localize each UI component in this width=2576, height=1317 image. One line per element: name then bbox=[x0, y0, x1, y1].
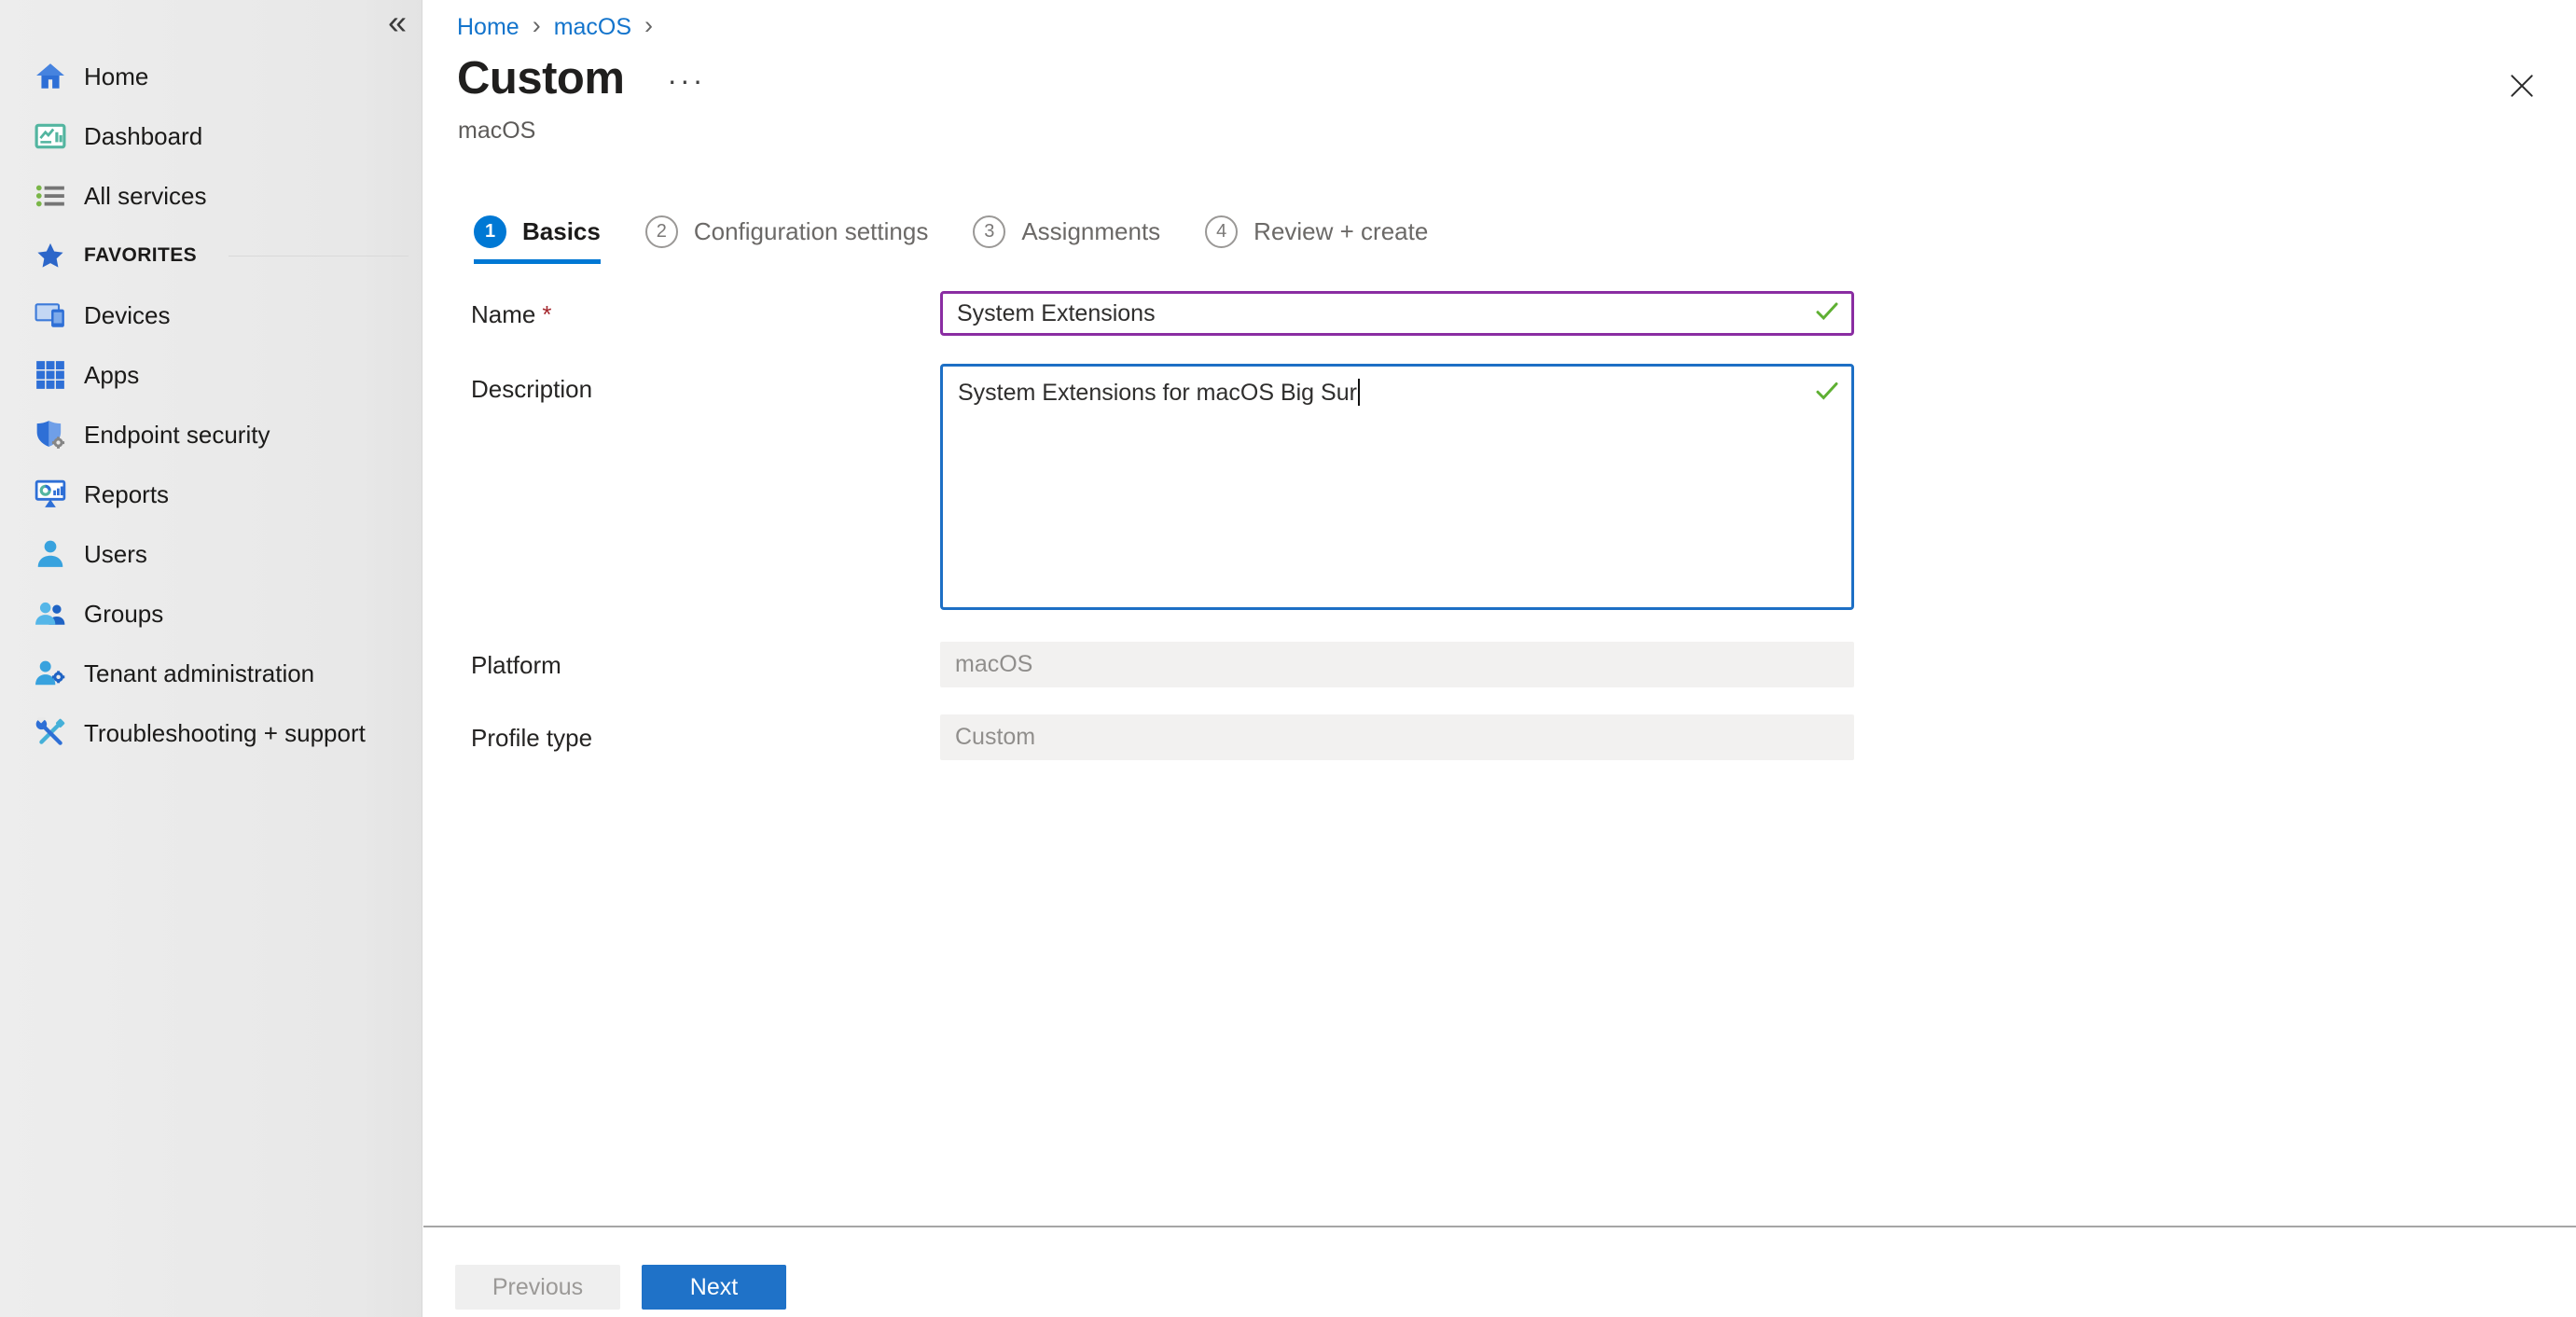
reports-icon bbox=[34, 478, 67, 511]
valid-check-icon bbox=[1813, 377, 1841, 409]
profile-type-label: Profile type bbox=[471, 724, 592, 752]
sidebar-item-label: Devices bbox=[84, 301, 170, 330]
groups-icon bbox=[34, 597, 67, 631]
sidebar-item-label: Users bbox=[84, 540, 147, 569]
sidebar-item-all-services[interactable]: All services bbox=[0, 166, 422, 226]
tab-assignments[interactable]: 3 Assignments bbox=[973, 215, 1160, 248]
breadcrumb: Home › macOS › bbox=[457, 13, 653, 41]
page-subtitle: macOS bbox=[458, 118, 535, 145]
sidebar-item-tenant-administration[interactable]: Tenant administration bbox=[0, 644, 422, 703]
step-number-badge: 1 bbox=[474, 215, 506, 248]
main-content: Home › macOS › Custom ··· macOS 1 Basics… bbox=[423, 0, 2576, 1317]
profile-type-field-wrap bbox=[940, 714, 1854, 760]
breadcrumb-separator-icon: › bbox=[644, 13, 653, 41]
star-icon bbox=[34, 239, 67, 272]
description-textarea[interactable]: System Extensions for macOS Big Sur bbox=[940, 364, 1854, 610]
sidebar-item-apps[interactable]: Apps bbox=[0, 345, 422, 405]
wizard-steps: 1 Basics 2 Configuration settings 3 Assi… bbox=[474, 215, 1428, 248]
sidebar-item-label: All services bbox=[84, 182, 206, 211]
breadcrumb-link-macos[interactable]: macOS bbox=[554, 14, 631, 41]
sidebar-item-dashboard[interactable]: Dashboard bbox=[0, 106, 422, 166]
page-header: Custom ··· bbox=[457, 52, 705, 104]
platform-label: Platform bbox=[471, 651, 561, 679]
sidebar-item-label: Troubleshooting + support bbox=[84, 719, 366, 748]
step-label: Assignments bbox=[1021, 217, 1160, 246]
previous-button[interactable]: Previous bbox=[455, 1265, 620, 1310]
next-button[interactable]: Next bbox=[642, 1265, 786, 1310]
required-asterisk: * bbox=[542, 300, 551, 328]
step-number-badge: 2 bbox=[645, 215, 678, 248]
description-label-text: Description bbox=[471, 375, 592, 403]
sidebar-section-label: FAVORITES bbox=[84, 244, 197, 267]
description-label: Description bbox=[471, 375, 592, 403]
sidebar-collapse-icon[interactable]: « bbox=[388, 6, 407, 39]
sidebar-item-label: Groups bbox=[84, 600, 163, 629]
platform-field-wrap bbox=[940, 642, 1854, 687]
home-icon bbox=[34, 60, 67, 93]
sidebar-item-endpoint-security[interactable]: Endpoint security bbox=[0, 405, 422, 464]
platform-input bbox=[940, 642, 1854, 687]
sidebar-nav: Home Dashboard All services FAVORITES De bbox=[0, 47, 422, 763]
tenant-admin-icon bbox=[34, 657, 67, 690]
dashboard-icon bbox=[34, 119, 67, 153]
profile-type-input bbox=[940, 714, 1854, 760]
profile-type-label-text: Profile type bbox=[471, 724, 592, 752]
troubleshooting-icon bbox=[34, 716, 67, 750]
platform-label-text: Platform bbox=[471, 651, 561, 679]
text-cursor bbox=[1358, 379, 1360, 406]
sidebar-item-label: Dashboard bbox=[84, 122, 202, 151]
wizard-footer: Previous Next bbox=[423, 1226, 2576, 1317]
sidebar-item-label: Apps bbox=[84, 361, 139, 390]
step-label: Configuration settings bbox=[694, 217, 928, 246]
description-field-wrap: System Extensions for macOS Big Sur bbox=[940, 364, 1854, 610]
sidebar-item-label: Endpoint security bbox=[84, 421, 270, 450]
page-title: Custom bbox=[457, 52, 624, 104]
name-input[interactable] bbox=[940, 291, 1854, 336]
breadcrumb-link-home[interactable]: Home bbox=[457, 14, 519, 41]
sidebar-item-groups[interactable]: Groups bbox=[0, 584, 422, 644]
step-number-badge: 3 bbox=[973, 215, 1005, 248]
step-label: Basics bbox=[522, 217, 601, 246]
more-options-icon[interactable]: ··· bbox=[667, 62, 705, 95]
tab-basics[interactable]: 1 Basics bbox=[474, 215, 601, 248]
tab-review-create[interactable]: 4 Review + create bbox=[1205, 215, 1428, 248]
sidebar-item-label: Home bbox=[84, 62, 148, 91]
breadcrumb-separator-icon: › bbox=[533, 13, 541, 41]
sidebar-section-favorites: FAVORITES bbox=[0, 226, 422, 285]
sidebar-item-troubleshooting-support[interactable]: Troubleshooting + support bbox=[0, 703, 422, 763]
apps-icon bbox=[34, 358, 67, 392]
close-icon[interactable] bbox=[2507, 71, 2537, 101]
devices-icon bbox=[34, 298, 67, 332]
sidebar-item-users[interactable]: Users bbox=[0, 524, 422, 584]
sidebar-item-label: Reports bbox=[84, 480, 169, 509]
step-number-badge: 4 bbox=[1205, 215, 1238, 248]
sidebar: « Home Dashboard All services FAVORITES bbox=[0, 0, 422, 1317]
description-text: System Extensions for macOS Big Sur bbox=[958, 380, 1357, 406]
name-label-text: Name bbox=[471, 300, 535, 328]
sidebar-item-reports[interactable]: Reports bbox=[0, 464, 422, 524]
all-services-icon bbox=[34, 179, 67, 213]
step-label: Review + create bbox=[1253, 217, 1428, 246]
name-label: Name* bbox=[471, 300, 551, 328]
sidebar-item-home[interactable]: Home bbox=[0, 47, 422, 106]
sidebar-item-devices[interactable]: Devices bbox=[0, 285, 422, 345]
users-icon bbox=[34, 537, 67, 571]
valid-check-icon bbox=[1813, 298, 1841, 330]
tab-configuration-settings[interactable]: 2 Configuration settings bbox=[645, 215, 928, 248]
sidebar-item-label: Tenant administration bbox=[84, 659, 314, 688]
name-field-wrap bbox=[940, 291, 1854, 336]
endpoint-security-icon bbox=[34, 418, 67, 451]
